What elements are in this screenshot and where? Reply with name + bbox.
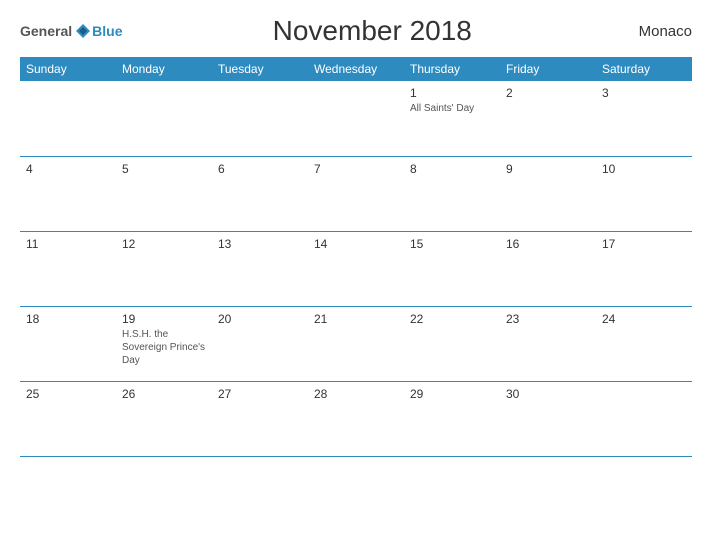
calendar-cell bbox=[116, 81, 212, 156]
day-number: 2 bbox=[506, 86, 590, 100]
calendar-table: Sunday Monday Tuesday Wednesday Thursday… bbox=[20, 57, 692, 457]
calendar-cell: 2 bbox=[500, 81, 596, 156]
calendar-cell: 25 bbox=[20, 381, 116, 456]
day-number: 18 bbox=[26, 312, 110, 326]
day-number: 7 bbox=[314, 162, 398, 176]
calendar-cell: 8 bbox=[404, 156, 500, 231]
header-thursday: Thursday bbox=[404, 57, 500, 81]
day-number: 12 bbox=[122, 237, 206, 251]
day-number: 14 bbox=[314, 237, 398, 251]
day-number: 25 bbox=[26, 387, 110, 401]
day-number: 6 bbox=[218, 162, 302, 176]
event-label: All Saints' Day bbox=[410, 102, 494, 115]
header-wednesday: Wednesday bbox=[308, 57, 404, 81]
header-tuesday: Tuesday bbox=[212, 57, 308, 81]
calendar-week-2: 456789 10 bbox=[20, 156, 692, 231]
day-number: 16 bbox=[506, 237, 590, 251]
calendar-cell: 27 bbox=[212, 381, 308, 456]
country-label: Monaco bbox=[622, 23, 692, 40]
day-number: 15 bbox=[410, 237, 494, 251]
day-number: 30 bbox=[506, 387, 590, 401]
calendar-cell bbox=[212, 81, 308, 156]
day-number: 20 bbox=[218, 312, 302, 326]
day-number: 1 bbox=[410, 86, 494, 100]
calendar-cell: 20 bbox=[212, 306, 308, 381]
header-sunday: Sunday bbox=[20, 57, 116, 81]
day-number: 11 bbox=[26, 237, 110, 251]
calendar-cell: 16 bbox=[500, 231, 596, 306]
day-number: 29 bbox=[410, 387, 494, 401]
calendar-cell: 10 bbox=[596, 156, 692, 231]
day-number: 27 bbox=[218, 387, 302, 401]
calendar-cell: 14 bbox=[308, 231, 404, 306]
calendar-week-3: 11 12 13 14 15 16 17 bbox=[20, 231, 692, 306]
calendar-cell: 22 bbox=[404, 306, 500, 381]
calendar-cell: 19 H.S.H. the Sovereign Prince's Day bbox=[116, 306, 212, 381]
calendar-cell bbox=[308, 81, 404, 156]
day-number: 3 bbox=[602, 86, 686, 100]
calendar-cell: 26 bbox=[116, 381, 212, 456]
day-number: 17 bbox=[602, 237, 686, 251]
day-number: 19 bbox=[122, 312, 206, 326]
day-number: 13 bbox=[218, 237, 302, 251]
calendar-cell: 21 bbox=[308, 306, 404, 381]
days-header-row: Sunday Monday Tuesday Wednesday Thursday… bbox=[20, 57, 692, 81]
header: General Blue November 2018 Monaco bbox=[20, 15, 692, 47]
calendar-title: November 2018 bbox=[122, 15, 622, 47]
calendar-cell: 5 bbox=[116, 156, 212, 231]
day-number: 22 bbox=[410, 312, 494, 326]
calendar-cell: 18 bbox=[20, 306, 116, 381]
calendar-cell: 9 bbox=[500, 156, 596, 231]
calendar-cell: 3 bbox=[596, 81, 692, 156]
calendar-cell: 1 All Saints' Day bbox=[404, 81, 500, 156]
day-number: 28 bbox=[314, 387, 398, 401]
day-number: 9 bbox=[506, 162, 590, 176]
calendar-cell: 29 bbox=[404, 381, 500, 456]
calendar-cell: 13 bbox=[212, 231, 308, 306]
day-number: 26 bbox=[122, 387, 206, 401]
logo-icon bbox=[74, 22, 92, 40]
calendar-cell bbox=[20, 81, 116, 156]
logo-blue-text: Blue bbox=[92, 23, 122, 39]
calendar-week-4: 18 19 H.S.H. the Sovereign Prince's Day 20 2… bbox=[20, 306, 692, 381]
calendar-cell: 17 bbox=[596, 231, 692, 306]
calendar-cell: 23 bbox=[500, 306, 596, 381]
day-number: 21 bbox=[314, 312, 398, 326]
day-number: 5 bbox=[122, 162, 206, 176]
calendar-cell: 6 bbox=[212, 156, 308, 231]
calendar-cell: 12 bbox=[116, 231, 212, 306]
calendar-week-1: 1 All Saints' Day 23 bbox=[20, 81, 692, 156]
calendar-cell: 7 bbox=[308, 156, 404, 231]
day-number: 24 bbox=[602, 312, 686, 326]
page: General Blue November 2018 Monaco Sunday… bbox=[0, 0, 712, 550]
calendar-week-5: 25 26 27 28 29 30 bbox=[20, 381, 692, 456]
calendar-cell: 11 bbox=[20, 231, 116, 306]
logo-general-text: General bbox=[20, 23, 72, 39]
calendar-cell: 4 bbox=[20, 156, 116, 231]
header-saturday: Saturday bbox=[596, 57, 692, 81]
calendar-cell: 15 bbox=[404, 231, 500, 306]
calendar-cell: 24 bbox=[596, 306, 692, 381]
header-monday: Monday bbox=[116, 57, 212, 81]
day-number: 4 bbox=[26, 162, 110, 176]
calendar-cell: 30 bbox=[500, 381, 596, 456]
day-number: 23 bbox=[506, 312, 590, 326]
day-number: 10 bbox=[602, 162, 686, 176]
day-number: 8 bbox=[410, 162, 494, 176]
logo: General Blue bbox=[20, 22, 122, 40]
header-friday: Friday bbox=[500, 57, 596, 81]
calendar-cell bbox=[596, 381, 692, 456]
event-label: H.S.H. the Sovereign Prince's Day bbox=[122, 328, 206, 367]
calendar-cell: 28 bbox=[308, 381, 404, 456]
